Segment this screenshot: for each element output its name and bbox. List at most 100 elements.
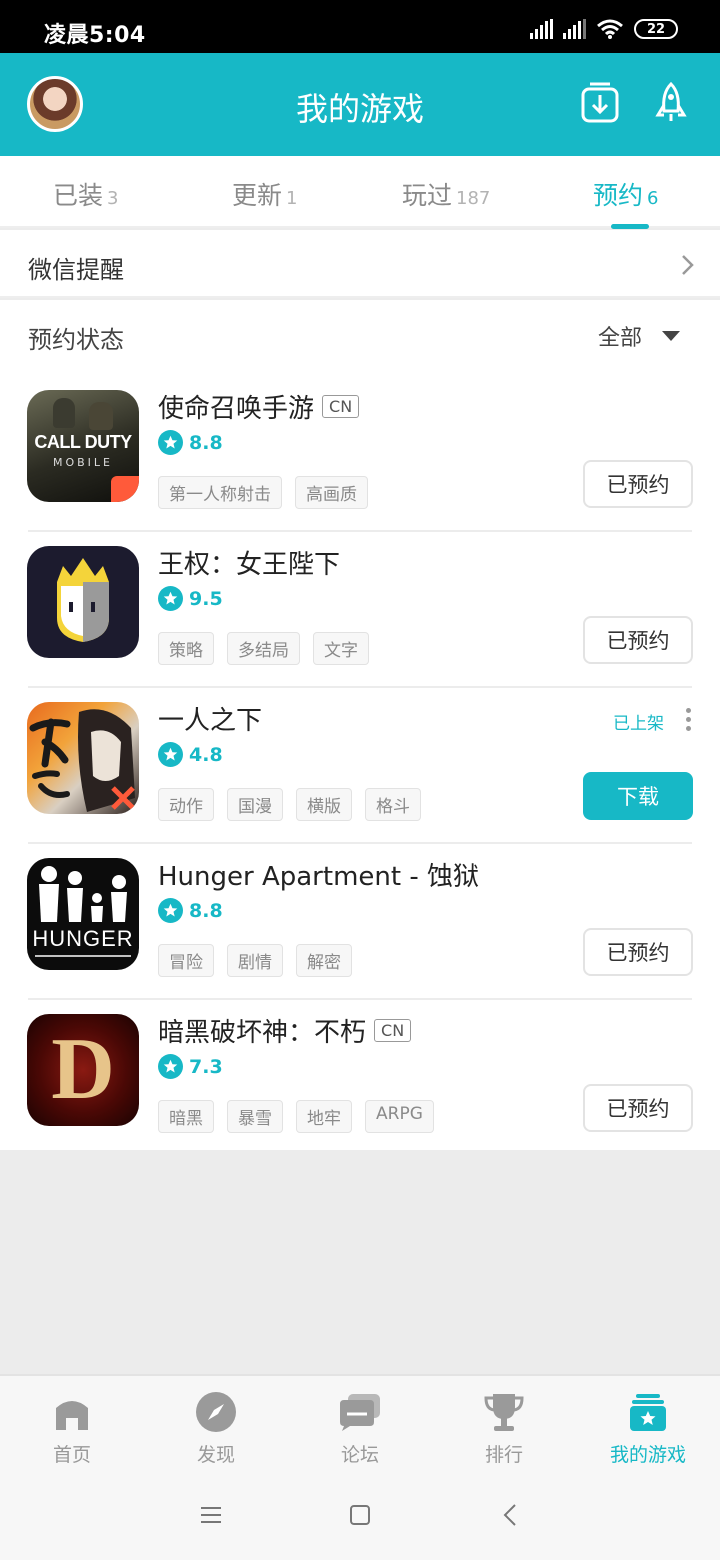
game-name: Hunger Apartment - 蚀狱 bbox=[158, 856, 479, 893]
system-nav-bar bbox=[0, 1474, 720, 1560]
game-row[interactable]: 一人之下 已上架 4.8 动作 国漫 横版 格斗 下载 bbox=[0, 688, 720, 844]
trophy-icon bbox=[432, 1390, 576, 1434]
game-tags: 第一人称射击 高画质 bbox=[158, 476, 368, 509]
game-tags: 动作 国漫 横版 格斗 bbox=[158, 788, 421, 821]
diablo-logo-text: D bbox=[51, 1021, 115, 1118]
nav-label: 排行 bbox=[484, 1444, 523, 1466]
hunger-logo-text: HUNGER bbox=[32, 926, 134, 951]
game-title: 王权：女王陛下 bbox=[158, 550, 341, 580]
game-tags: 暗黑 暴雪 地牢 ARPG bbox=[158, 1100, 434, 1133]
game-title: 暗黑破坏神：不朽 bbox=[158, 1018, 367, 1048]
game-tags: 策略 多结局 文字 bbox=[158, 632, 369, 665]
more-vertical-icon[interactable] bbox=[686, 708, 691, 731]
caret-down-icon bbox=[662, 331, 680, 341]
game-tag: ARPG bbox=[365, 1100, 434, 1133]
rocket-icon[interactable] bbox=[654, 81, 688, 125]
game-tag: 解密 bbox=[296, 944, 352, 977]
star-icon bbox=[158, 586, 183, 611]
menu-icon[interactable] bbox=[200, 1504, 222, 1526]
wechat-reminder-label: 微信提醒 bbox=[28, 256, 124, 284]
cod-logo-text: CALL DUTY bbox=[34, 432, 132, 452]
reserved-button[interactable]: 已预约 bbox=[583, 928, 693, 976]
reserved-button[interactable]: 已预约 bbox=[583, 460, 693, 508]
game-tags: 冒险 剧情 解密 bbox=[158, 944, 352, 977]
game-tag: 第一人称射击 bbox=[158, 476, 282, 509]
game-rating: 7.3 bbox=[158, 1054, 223, 1079]
game-tag: 文字 bbox=[313, 632, 369, 665]
region-badge: CN bbox=[322, 395, 360, 418]
star-icon bbox=[158, 1054, 183, 1079]
game-tag: 暴雪 bbox=[227, 1100, 283, 1133]
nav-label: 我的游戏 bbox=[609, 1444, 686, 1466]
tab-indicator bbox=[611, 224, 649, 229]
game-tag: 暗黑 bbox=[158, 1100, 214, 1133]
game-tag: 动作 bbox=[158, 788, 214, 821]
rating-value: 4.8 bbox=[189, 743, 223, 766]
nav-label: 论坛 bbox=[340, 1444, 379, 1466]
game-rating: 8.8 bbox=[158, 430, 223, 455]
nav-my-games[interactable]: 我的游戏 bbox=[576, 1390, 720, 1467]
divider bbox=[28, 1154, 692, 1156]
game-tag: 冒险 bbox=[158, 944, 214, 977]
region-badge: CN bbox=[374, 1019, 412, 1042]
tab-count: 187 bbox=[456, 188, 491, 209]
back-icon[interactable] bbox=[502, 1504, 518, 1526]
reservation-list: 预约状态 全部 CALL DUTY MOBILE 使命召唤手游 CN 8.8 第一… bbox=[0, 300, 720, 1156]
game-name: 一人之下 bbox=[158, 700, 262, 737]
tab-label: 玩过 bbox=[402, 181, 453, 210]
game-title: 使命召唤手游 bbox=[158, 394, 315, 424]
home-square-icon[interactable] bbox=[349, 1504, 371, 1526]
rating-value: 8.8 bbox=[189, 899, 223, 922]
game-row[interactable]: 王权：女王陛下 9.5 策略 多结局 文字 已预约 bbox=[0, 532, 720, 688]
game-tag: 策略 bbox=[158, 632, 214, 665]
tab-label: 预约 bbox=[593, 181, 644, 210]
game-icon-cod: CALL DUTY MOBILE bbox=[27, 390, 139, 502]
game-row[interactable]: D 暗黑破坏神：不朽 CN 7.3 暗黑 暴雪 地牢 ARPG 已预约 bbox=[0, 1000, 720, 1156]
rating-value: 8.8 bbox=[189, 431, 223, 454]
game-row[interactable]: HUNGER Hunger Apartment - 蚀狱 8.8 冒险 剧情 解… bbox=[0, 844, 720, 1000]
wechat-reminder-row[interactable]: 微信提醒 bbox=[0, 230, 720, 298]
game-tag: 高画质 bbox=[295, 476, 368, 509]
status-time: 凌晨5:04 bbox=[44, 23, 146, 48]
game-rating: 4.8 bbox=[158, 742, 223, 767]
status-filter-dropdown[interactable]: 全部 bbox=[598, 320, 680, 352]
tab-reserved[interactable]: 预约 6 bbox=[593, 176, 658, 212]
game-title: 一人之下 bbox=[158, 706, 263, 736]
game-tag: 多结局 bbox=[227, 632, 300, 665]
game-name: 使命召唤手游 CN bbox=[158, 388, 360, 425]
nav-forum[interactable]: 论坛 bbox=[288, 1390, 432, 1467]
game-row[interactable]: CALL DUTY MOBILE 使命召唤手游 CN 8.8 第一人称射击 高画质… bbox=[0, 376, 720, 532]
bottom-nav: 首页 发现 论坛 排行 我的游戏 bbox=[0, 1374, 720, 1474]
download-button[interactable]: 下载 bbox=[583, 772, 693, 820]
cod-logo-subtext: MOBILE bbox=[52, 456, 114, 469]
game-name: 暗黑破坏神：不朽 CN bbox=[158, 1012, 412, 1049]
game-icon-reigns bbox=[27, 546, 139, 658]
nav-home[interactable]: 首页 bbox=[0, 1390, 144, 1467]
game-tag: 格斗 bbox=[365, 788, 421, 821]
tab-bar: 已装 3 更新 1 玩过 187 预约 6 bbox=[0, 156, 720, 229]
tab-installed[interactable]: 已装 3 bbox=[53, 176, 118, 212]
tab-count: 3 bbox=[107, 188, 119, 209]
chevron-right-icon bbox=[682, 255, 694, 275]
nav-ranking[interactable]: 排行 bbox=[432, 1390, 576, 1467]
nav-discover[interactable]: 发现 bbox=[144, 1390, 288, 1467]
game-tag: 横版 bbox=[296, 788, 352, 821]
compass-icon bbox=[144, 1390, 288, 1434]
rating-value: 9.5 bbox=[189, 587, 223, 610]
game-rating: 9.5 bbox=[158, 586, 223, 611]
download-box-icon[interactable] bbox=[580, 81, 620, 125]
rating-value: 7.3 bbox=[189, 1055, 223, 1078]
game-icon-hunger: HUNGER bbox=[27, 858, 139, 970]
reserved-button[interactable]: 已预约 bbox=[583, 1084, 693, 1132]
tab-played[interactable]: 玩过 187 bbox=[402, 176, 490, 212]
star-icon bbox=[158, 898, 183, 923]
tab-count: 6 bbox=[647, 188, 659, 209]
reserved-button[interactable]: 已预约 bbox=[583, 616, 693, 664]
tab-updates[interactable]: 更新 1 bbox=[232, 176, 297, 212]
status-icons: 22 bbox=[530, 18, 678, 40]
game-title: Hunger Apartment - 蚀狱 bbox=[158, 862, 479, 892]
listed-status: 已上架 bbox=[613, 714, 664, 734]
tab-label: 更新 bbox=[232, 181, 283, 210]
signal-icon-2 bbox=[563, 19, 586, 39]
nav-label: 发现 bbox=[196, 1444, 235, 1466]
